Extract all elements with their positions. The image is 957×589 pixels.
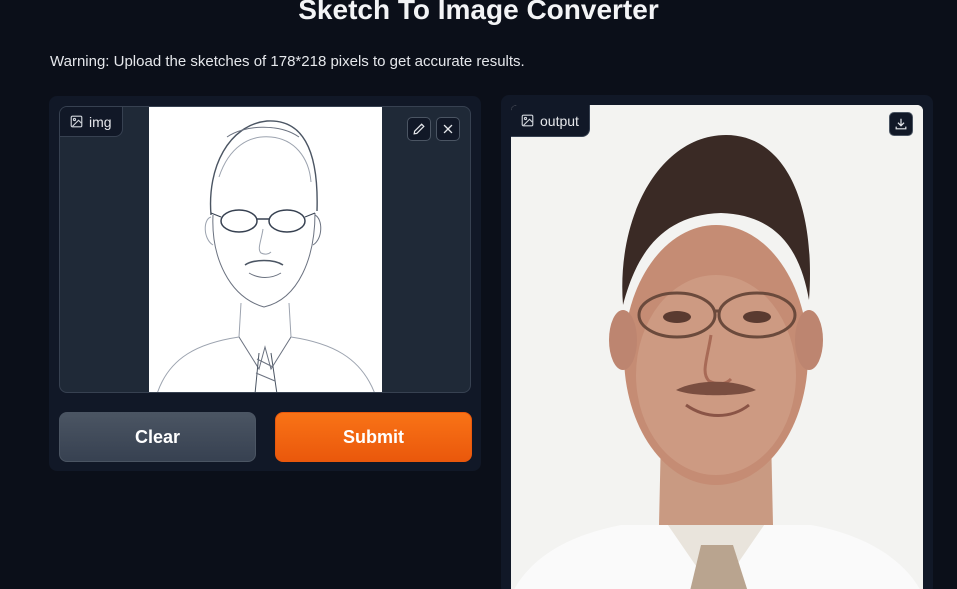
output-image: [511, 105, 923, 589]
close-icon: [443, 124, 453, 134]
image-input[interactable]: img: [59, 106, 471, 393]
pencil-icon: [413, 123, 425, 135]
output-label-chip: output: [511, 105, 590, 137]
image-icon: [70, 115, 83, 128]
edit-button[interactable]: [407, 117, 431, 141]
input-label: img: [89, 113, 112, 130]
app-page: Sketch To Image Converter Warning: Uploa…: [0, 0, 957, 589]
input-panel: img Clear Submit: [49, 96, 481, 471]
page-title: Sketch To Image Converter: [298, 0, 659, 25]
download-icon: [895, 118, 907, 130]
warning-text: Warning: Upload the sketches of 178*218 …: [50, 53, 525, 70]
output-panel: output: [501, 95, 933, 589]
remove-image-button[interactable]: [436, 117, 460, 141]
image-icon: [521, 114, 534, 127]
output-label: output: [540, 112, 579, 129]
download-button[interactable]: [889, 112, 913, 136]
submit-button[interactable]: Submit: [275, 412, 472, 462]
input-toolbar: [407, 117, 460, 141]
sketch-image: [149, 107, 382, 392]
input-label-chip: img: [60, 107, 123, 137]
clear-button[interactable]: Clear: [59, 412, 256, 462]
